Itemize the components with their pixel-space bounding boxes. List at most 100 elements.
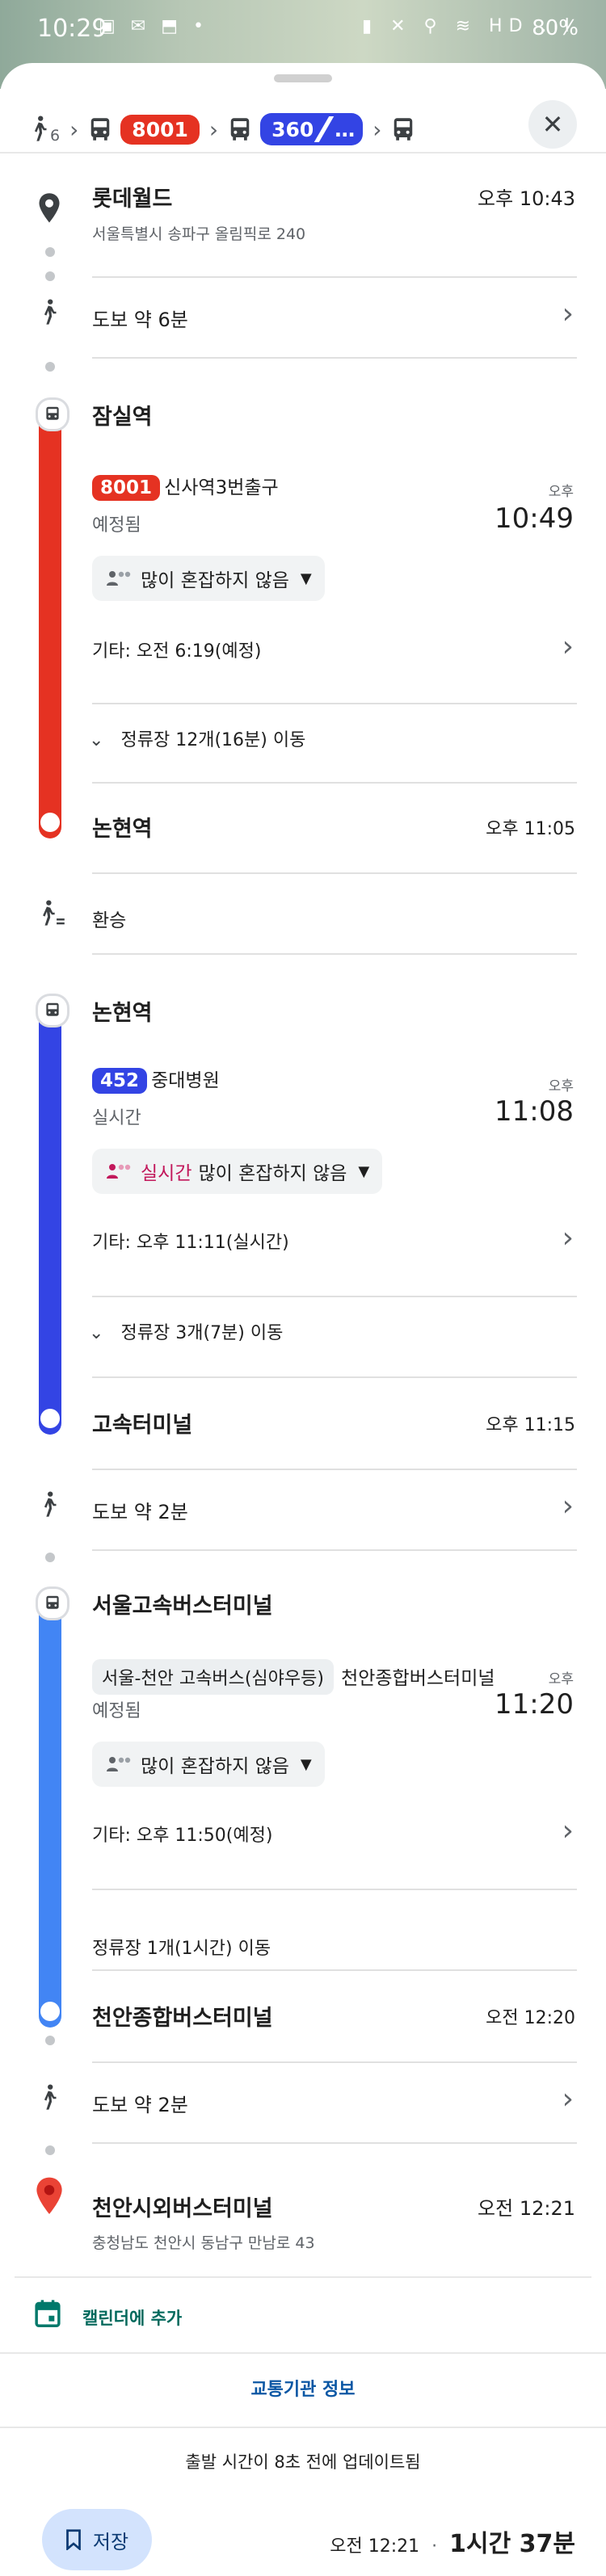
bus-icon (36, 994, 69, 1027)
other-departures[interactable]: 기타: 오후 11:50(예정) › (0, 1806, 606, 1863)
battery-level: 80% (532, 16, 579, 40)
line-pill: 8001 (92, 475, 161, 501)
line-info[interactable]: 서울-천안 고속버스(심야우등) 천안종합버스터미널 (92, 1659, 495, 1695)
chevron-right-icon: › (562, 2082, 574, 2116)
walk-step-3[interactable]: 도보 약 2분 › (0, 2065, 606, 2142)
other-departures-text: 기타: 오후 11:50(예정) (92, 1826, 273, 1846)
schedule-status: 예정됨 (92, 515, 141, 536)
destination-time: 오전 12:21 (478, 2197, 575, 2220)
divider (92, 1376, 577, 1378)
route-line-8001 (39, 402, 61, 838)
other-departures[interactable]: 기타: 오전 6:19(예정) › (0, 622, 606, 679)
notification-icons: ▣ ✉ ⬒ • (99, 16, 208, 36)
separator: · (431, 2536, 438, 2557)
board-stop-name: 서울고속버스터미널 (92, 1594, 273, 1619)
people-icon (107, 1164, 131, 1179)
stops-count: 정류장 1개(1시간) 이동 (92, 1939, 271, 1959)
walk-dots (45, 1553, 55, 1577)
status-bar: 10:29 ▣ ✉ ⬒ • ▮ ✕ ⚲ ≋ HD .ıl 80% (0, 0, 606, 61)
dropdown-arrow-icon: ▼ (358, 1162, 370, 1180)
divider (92, 276, 577, 278)
chevron-right-icon: › (372, 116, 382, 143)
walk-icon (34, 116, 47, 141)
other-departures-text: 기타: 오후 11:11(실시간) (92, 1228, 289, 1254)
divider (92, 2142, 577, 2144)
transit-info-link[interactable]: 교통기관 정보 (0, 2375, 606, 2401)
stop-marker (40, 813, 60, 832)
alight-stop-name: 천안종합버스터미널 (92, 2006, 273, 2031)
walk-label: 도보 약 2분 (92, 1501, 188, 1523)
bus-icon (394, 118, 413, 141)
bus-icon (230, 118, 250, 141)
other-departures[interactable]: 기타: 오후 11:11(실시간) › (0, 1213, 606, 1270)
chevron-right-icon: › (562, 1221, 574, 1254)
status-time: 10:29 (37, 15, 107, 43)
divider (92, 1469, 577, 1470)
alight-time: 오후 11:15 (486, 1415, 575, 1435)
chevron-down-icon: ⌄ (89, 730, 104, 750)
route-more: … (335, 117, 356, 141)
walk-step-1[interactable]: 도보 약 6분 › (0, 279, 606, 357)
stop-marker (40, 1409, 60, 1428)
other-departures-text: 기타: 오전 6:19(예정) (92, 641, 262, 662)
transfer-icon (43, 900, 65, 926)
bus-icon (91, 118, 110, 141)
close-icon: ✕ (541, 109, 564, 140)
departure-time: 11:20 (494, 1688, 574, 1721)
schedule-status: 실시간 (92, 1108, 141, 1128)
add-to-calendar-label: 캘린더에 추가 (82, 2309, 183, 2328)
arrival-time: 오전 12:21 (330, 2536, 420, 2557)
line-destination: 천안종합버스터미널 (341, 1668, 495, 1689)
divider (0, 2427, 606, 2428)
alight-stop-name: 고속터미널 (92, 1413, 193, 1438)
departure-time: 11:08 (494, 1095, 574, 1128)
stops-expander[interactable]: ⌄ 정류장 3개(7분) 이동 (89, 1318, 283, 1344)
line-info[interactable]: 8001 신사역3번출구 (92, 472, 279, 501)
divider (92, 1969, 577, 1971)
crowding-dropdown[interactable]: 많이 혼잡하지 않음 ▼ (92, 1742, 325, 1787)
transfer-label: 환승 (92, 910, 127, 931)
other-departures-time: 기타: 오후 11:11 (92, 1233, 226, 1253)
line-info[interactable]: 452 중대병원 (92, 1065, 220, 1094)
board-stop-name: 잠실역 (92, 405, 153, 430)
crowding-text: 많이 혼잡하지 않음 (198, 1163, 347, 1184)
bus-icon (36, 1586, 69, 1620)
crowding-dropdown[interactable]: 실시간 많이 혼잡하지 않음 ▼ (92, 1149, 383, 1194)
walk-step-2[interactable]: 도보 약 2분 › (0, 1472, 606, 1549)
departure-ampm: 오후 (548, 1078, 574, 1095)
divider (0, 2352, 606, 2354)
divider (92, 357, 577, 359)
other-departures-status: (실시간) (225, 1233, 289, 1253)
walk-icon (44, 1491, 57, 1517)
route-pill-8001: 8001 (120, 114, 200, 145)
save-button[interactable]: 저장 (42, 2509, 152, 2570)
departure-time: 10:49 (494, 502, 574, 535)
divider (92, 872, 577, 874)
alight-stop-name: 논현역 (92, 817, 153, 842)
route-summary[interactable]: 6 › 8001 › 360 … › (27, 108, 415, 150)
divider (92, 1549, 577, 1551)
destination-name: 천안시외버스터미널 (92, 2196, 273, 2221)
chevron-down-icon: ⌄ (89, 1323, 104, 1343)
crowding-dropdown[interactable]: 많이 혼잡하지 않음 ▼ (92, 556, 325, 601)
destination-address: 충청남도 천안시 동남구 만남로 43 (92, 2234, 315, 2252)
bus-icon (36, 397, 69, 431)
crowding-text: 많이 혼잡하지 않음 (141, 570, 289, 591)
drag-handle[interactable] (274, 74, 332, 82)
stops-expander[interactable]: ⌄ 정류장 12개(16분) 이동 (89, 725, 305, 751)
close-button[interactable]: ✕ (528, 100, 577, 149)
bookmark-icon (66, 2529, 81, 2550)
walk-icon (44, 299, 57, 325)
updated-note: 출발 시간이 8초 전에 업데이트됨 (185, 2452, 421, 2472)
origin-name: 롯데월드 (92, 187, 173, 212)
walk-label: 도보 약 2분 (92, 2094, 188, 2116)
crowding-text: 많이 혼잡하지 않음 (141, 1756, 289, 1777)
route-pill-360-label: 360 (271, 117, 314, 141)
divider (92, 1889, 577, 1890)
add-to-calendar[interactable]: 캘린더에 추가 (0, 2281, 606, 2354)
walk-duration-sub: 6 (50, 127, 61, 145)
walk-label: 도보 약 6분 (92, 309, 188, 331)
line-destination: 신사역3번출구 (164, 477, 279, 498)
save-label: 저장 (92, 2530, 129, 2553)
chevron-right-icon: › (562, 1490, 574, 1523)
